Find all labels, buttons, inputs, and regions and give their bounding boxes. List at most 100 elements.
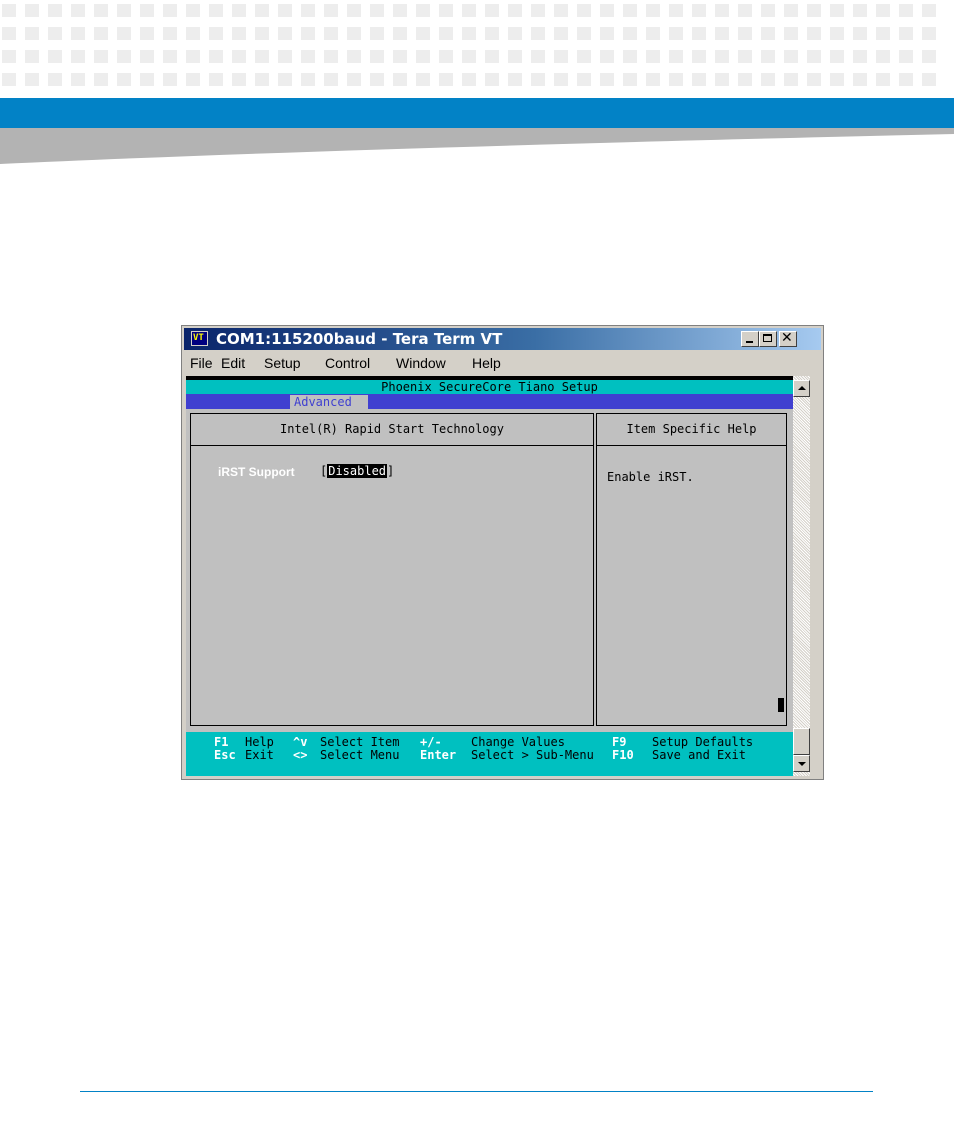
key-f10-desc: Save and Exit bbox=[652, 748, 746, 762]
menu-window[interactable]: Window bbox=[396, 355, 446, 371]
tile bbox=[209, 4, 223, 17]
tile bbox=[646, 50, 660, 63]
tile bbox=[347, 27, 361, 40]
tile bbox=[462, 27, 476, 40]
tile bbox=[48, 73, 62, 86]
tile bbox=[876, 27, 890, 40]
tile bbox=[830, 4, 844, 17]
tile bbox=[232, 4, 246, 17]
tile bbox=[71, 50, 85, 63]
close-button[interactable]: ✕ bbox=[779, 331, 797, 347]
minimize-button[interactable] bbox=[741, 331, 759, 347]
tile bbox=[577, 4, 591, 17]
tile bbox=[462, 50, 476, 63]
tile bbox=[232, 50, 246, 63]
tile bbox=[94, 27, 108, 40]
tera-term-vt-icon[interactable]: VT bbox=[191, 331, 208, 346]
maximize-button[interactable] bbox=[759, 331, 777, 347]
key-esc: Esc bbox=[214, 748, 236, 762]
tile bbox=[117, 4, 131, 17]
tile bbox=[623, 4, 637, 17]
tile bbox=[370, 73, 384, 86]
menu-setup[interactable]: Setup bbox=[264, 355, 301, 371]
tile bbox=[324, 50, 338, 63]
tile bbox=[324, 73, 338, 86]
tile bbox=[416, 27, 430, 40]
menu-control[interactable]: Control bbox=[325, 355, 370, 371]
tile bbox=[393, 27, 407, 40]
tile bbox=[117, 27, 131, 40]
tile bbox=[209, 50, 223, 63]
tile bbox=[508, 27, 522, 40]
menu-edit[interactable]: Edit bbox=[221, 355, 245, 371]
tile bbox=[393, 73, 407, 86]
terminal-screen[interactable]: Phoenix SecureCore Tiano Setup Advanced … bbox=[186, 376, 793, 776]
menu-file[interactable]: File bbox=[190, 355, 213, 371]
tile bbox=[25, 27, 39, 40]
tile bbox=[2, 4, 16, 17]
tile bbox=[853, 27, 867, 40]
scroll-up-button[interactable] bbox=[793, 380, 810, 397]
tile bbox=[715, 50, 729, 63]
tile bbox=[462, 73, 476, 86]
tile bbox=[853, 4, 867, 17]
tile bbox=[117, 50, 131, 63]
selected-value[interactable]: Disabled bbox=[327, 464, 388, 478]
tile bbox=[209, 27, 223, 40]
key-leftright: <> bbox=[293, 748, 308, 762]
tile bbox=[577, 50, 591, 63]
tile bbox=[370, 50, 384, 63]
tile bbox=[485, 4, 499, 17]
tile bbox=[117, 73, 131, 86]
tile bbox=[807, 27, 821, 40]
tile bbox=[25, 4, 39, 17]
irst-support-label[interactable]: iRST Support bbox=[218, 465, 295, 479]
page-footer-rule bbox=[80, 1091, 873, 1092]
tile bbox=[163, 50, 177, 63]
scroll-thumb[interactable] bbox=[793, 728, 810, 755]
tile bbox=[508, 50, 522, 63]
tile bbox=[899, 73, 913, 86]
settings-panel: Intel(R) Rapid Start Technology bbox=[190, 413, 594, 726]
tile bbox=[577, 27, 591, 40]
key-enter: Enter bbox=[420, 748, 457, 762]
scroll-down-button[interactable] bbox=[793, 755, 810, 772]
tile bbox=[669, 50, 683, 63]
tile bbox=[922, 4, 936, 17]
tile bbox=[255, 27, 269, 40]
key-leftright-desc: Select Menu bbox=[320, 748, 400, 762]
vertical-scrollbar[interactable] bbox=[793, 376, 810, 776]
tile bbox=[324, 27, 338, 40]
tile bbox=[761, 50, 775, 63]
tile-row bbox=[0, 50, 936, 63]
window-title: COM1:115200baud - Tera Term VT bbox=[216, 330, 503, 348]
tile bbox=[830, 27, 844, 40]
tile bbox=[485, 50, 499, 63]
tile bbox=[301, 50, 315, 63]
tile bbox=[899, 4, 913, 17]
tile bbox=[278, 50, 292, 63]
menu-help[interactable]: Help bbox=[472, 355, 501, 371]
tile bbox=[2, 27, 16, 40]
tile bbox=[623, 27, 637, 40]
window-titlebar[interactable]: VT COM1:115200baud - Tera Term VT ✕ bbox=[184, 328, 821, 350]
tile bbox=[439, 50, 453, 63]
tile bbox=[807, 73, 821, 86]
tile bbox=[738, 50, 752, 63]
tile bbox=[600, 27, 614, 40]
key-f10: F10 bbox=[612, 748, 634, 762]
tile bbox=[2, 50, 16, 63]
tile bbox=[140, 73, 154, 86]
tile bbox=[761, 73, 775, 86]
tile-row bbox=[0, 27, 936, 40]
tile bbox=[600, 50, 614, 63]
header-blue-bar bbox=[0, 98, 954, 128]
irst-support-value[interactable]: [Disabled] bbox=[320, 463, 394, 479]
tile bbox=[784, 50, 798, 63]
tile bbox=[738, 4, 752, 17]
tile bbox=[416, 73, 430, 86]
tab-advanced[interactable]: Advanced bbox=[290, 395, 368, 409]
tile bbox=[692, 4, 706, 17]
tile bbox=[94, 73, 108, 86]
tile bbox=[48, 27, 62, 40]
